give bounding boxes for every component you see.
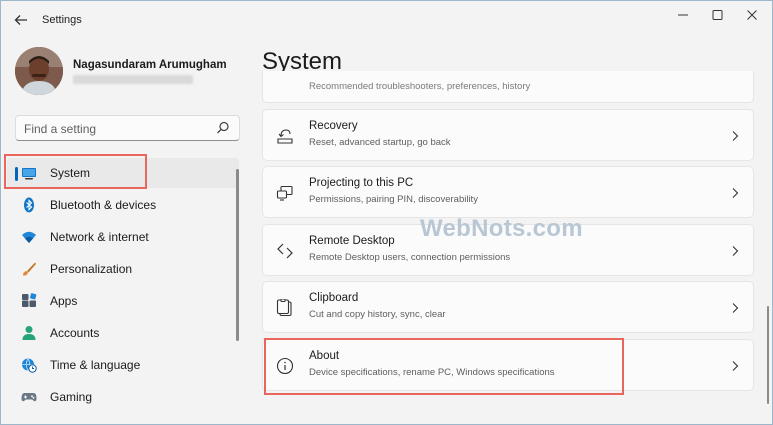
card-title: Recovery	[309, 120, 358, 132]
apps-icon	[22, 293, 37, 307]
back-button[interactable]	[11, 10, 31, 30]
sidebar-item-label: Accounts	[50, 326, 100, 340]
brush-icon	[23, 262, 36, 276]
sidebar-item-label: Bluetooth & devices	[50, 198, 157, 212]
recovery-icon	[277, 129, 293, 144]
globe-clock-icon	[22, 358, 37, 373]
settings-card-projecting[interactable]: Projecting to this PC Permissions, pairi…	[262, 166, 754, 218]
sidebar-item-label: Personalization	[50, 262, 133, 276]
card-description: Cut and copy history, sync, clear	[309, 309, 446, 320]
sidebar-item-accounts[interactable]: Accounts	[7, 318, 239, 348]
person-icon	[22, 326, 36, 340]
app-title: Settings	[42, 14, 82, 26]
wifi-icon	[22, 231, 36, 243]
profile-name: Nagasundaram Arumugham	[73, 59, 227, 71]
gamepad-icon	[21, 393, 37, 402]
profile-email-redacted	[73, 75, 193, 84]
user-photo-icon	[15, 47, 63, 95]
card-title: Projecting to this PC	[309, 177, 414, 189]
search-input[interactable]: Find a setting	[24, 122, 96, 136]
remote-desktop-icon	[277, 243, 293, 259]
card-description: Permissions, pairing PIN, discoverabilit…	[309, 194, 478, 205]
clipboard-icon	[276, 299, 292, 317]
projecting-icon	[276, 185, 293, 201]
card-description: Remote Desktop users, connection permiss…	[309, 252, 511, 263]
sidebar-scrollbar[interactable]	[236, 169, 239, 341]
settings-card-recovery[interactable]: Recovery Reset, advanced startup, go bac…	[262, 109, 754, 161]
search-icon[interactable]	[216, 121, 230, 135]
system-highlight-box	[4, 154, 147, 189]
sidebar-item-network[interactable]: Network & internet	[7, 222, 239, 252]
about-highlight-box	[264, 338, 624, 395]
close-icon	[747, 10, 757, 20]
chevron-right-icon	[732, 188, 739, 198]
sidebar-item-label: Network & internet	[50, 230, 149, 244]
title-bar: Settings	[1, 1, 772, 39]
maximize-button[interactable]	[703, 7, 731, 23]
bluetooth-icon	[24, 197, 34, 213]
card-description: Reset, advanced startup, go back	[309, 137, 451, 148]
sidebar-item-apps[interactable]: Apps	[7, 286, 239, 316]
sidebar-item-label: Apps	[50, 294, 78, 308]
sidebar-item-gaming[interactable]: Gaming	[7, 382, 239, 412]
watermark: WebNots.com	[420, 215, 583, 242]
sidebar-item-bluetooth[interactable]: Bluetooth & devices	[7, 190, 239, 220]
settings-card-clipboard[interactable]: Clipboard Cut and copy history, sync, cl…	[262, 281, 754, 333]
back-arrow-icon	[14, 15, 27, 25]
card-title: Clipboard	[309, 292, 359, 304]
sidebar-item-label: Gaming	[50, 390, 93, 404]
main-scrollbar[interactable]	[767, 306, 769, 404]
card-title: Remote Desktop	[309, 235, 395, 247]
avatar[interactable]	[15, 47, 63, 95]
sidebar-item-time-language[interactable]: Time & language	[7, 350, 239, 380]
search-box[interactable]: Find a setting	[15, 115, 240, 141]
maximize-icon	[712, 10, 723, 20]
chevron-right-icon	[732, 303, 739, 313]
settings-card-troubleshoot[interactable]: Recommended troubleshooters, preferences…	[262, 71, 754, 103]
minimize-icon	[678, 14, 688, 16]
settings-window: Settings Nagasundaram Arumugham Find a s…	[0, 0, 773, 425]
chevron-right-icon	[732, 361, 739, 371]
chevron-right-icon	[732, 246, 739, 256]
close-button[interactable]	[738, 7, 766, 23]
chevron-right-icon	[732, 131, 739, 141]
sidebar-item-label: Time & language	[50, 358, 141, 372]
sidebar-item-personalization[interactable]: Personalization	[7, 254, 239, 284]
card-description: Recommended troubleshooters, preferences…	[309, 81, 531, 92]
minimize-button[interactable]	[669, 7, 697, 23]
